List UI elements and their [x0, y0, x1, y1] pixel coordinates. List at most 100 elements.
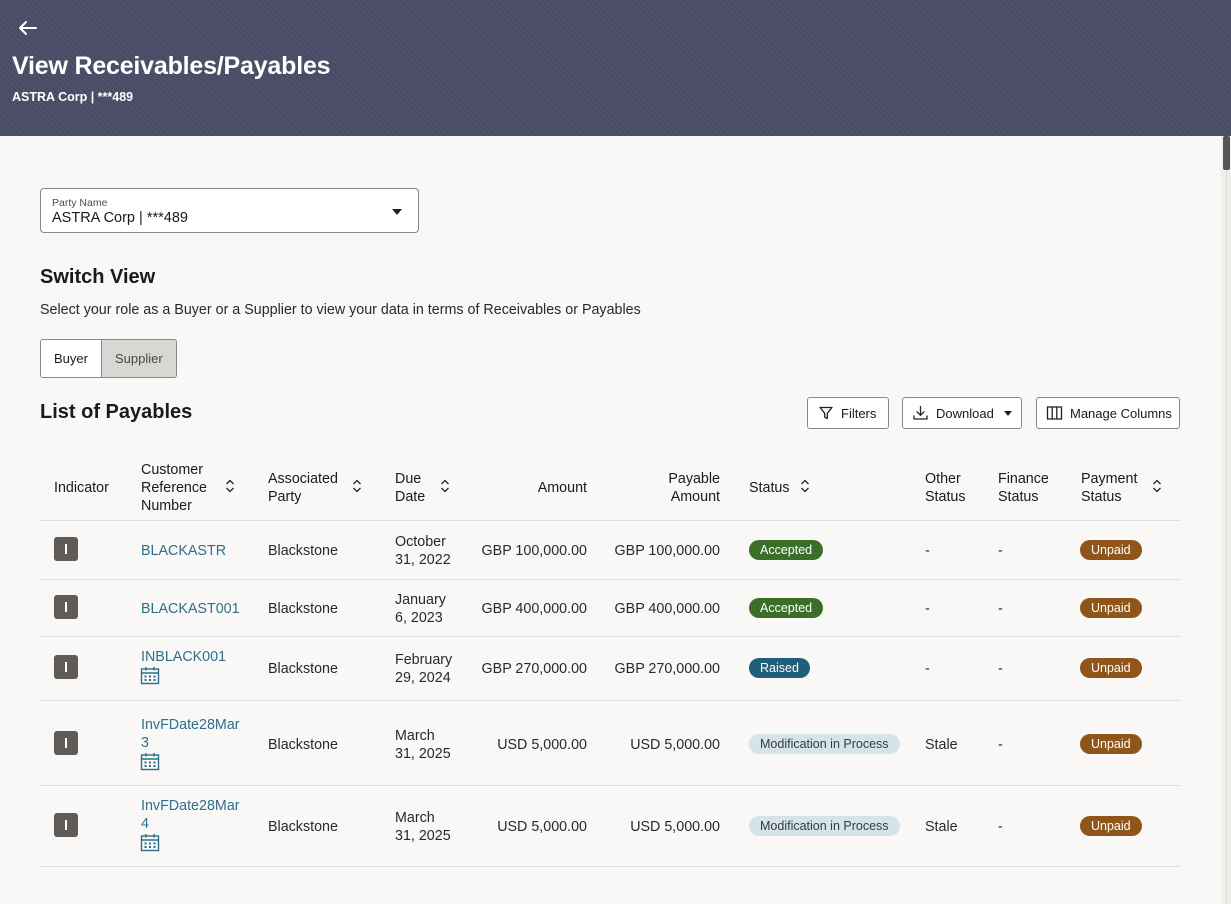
manage-columns-label: Manage Columns	[1070, 405, 1172, 421]
amount-cell: GBP 100,000.00	[481, 543, 587, 559]
calendar-icon[interactable]	[140, 833, 160, 852]
associated-party-cell: Blackstone	[268, 737, 338, 753]
due-date-line: February	[395, 652, 453, 668]
column-header-payable-amount: Payable Amount	[620, 470, 720, 506]
column-header-status[interactable]: Status	[749, 479, 790, 497]
supplier-toggle-button[interactable]: Supplier	[100, 340, 176, 377]
chevron-down-icon	[1003, 410, 1012, 416]
scrollbar-track	[1226, 170, 1227, 904]
due-date-line: March	[395, 810, 435, 826]
sort-icon[interactable]	[800, 479, 810, 493]
indicator-button[interactable]	[54, 731, 78, 755]
reference-link[interactable]: INBLACK001	[141, 648, 226, 666]
reference-link-line: InvFDate28Mar	[141, 717, 240, 733]
indicator-button[interactable]	[54, 537, 78, 561]
finance-status-cell: -	[998, 601, 1003, 617]
column-header-associated-party[interactable]: Associated Party	[268, 470, 338, 506]
reference-link[interactable]: InvFDate28Mar 4	[141, 797, 240, 833]
due-date-line: 31, 2025	[395, 828, 451, 844]
column-header-payment-status-line: Status	[1081, 489, 1122, 505]
filter-icon	[819, 406, 833, 420]
due-date-cell: October 31, 2022	[395, 533, 451, 569]
manage-columns-button[interactable]: Manage Columns	[1036, 397, 1180, 429]
column-header-reference-line: Reference	[141, 480, 207, 496]
column-header-finance-status-line: Finance	[998, 471, 1049, 487]
status-badge: Raised	[749, 658, 810, 678]
finance-status-cell: -	[998, 661, 1003, 677]
column-header-reference-line: Number	[141, 498, 192, 514]
status-badge: Accepted	[749, 598, 824, 618]
associated-party-cell: Blackstone	[268, 543, 338, 559]
status-badge: Modification in Process	[749, 816, 900, 836]
finance-status-cell: -	[998, 819, 1003, 835]
scrollbar-thumb[interactable]	[1223, 136, 1230, 170]
column-header-due-date-line: Due	[395, 471, 422, 487]
finance-status-cell: -	[998, 737, 1003, 753]
payable-amount-cell: USD 5,000.00	[630, 819, 720, 835]
reference-link[interactable]: InvFDate28Mar 3	[141, 716, 240, 752]
indicator-button[interactable]	[54, 655, 78, 679]
caret-down-icon[interactable]	[392, 209, 402, 215]
sort-icon[interactable]	[352, 479, 362, 493]
row-divider	[40, 866, 1180, 867]
download-label: Download	[936, 405, 994, 421]
party-name-value: ASTRA Corp | ***489	[52, 210, 188, 226]
sort-icon[interactable]	[440, 479, 450, 493]
calendar-icon[interactable]	[140, 752, 160, 771]
row-divider	[40, 579, 1180, 580]
back-arrow-icon[interactable]	[14, 16, 42, 40]
finance-status-cell: -	[998, 543, 1003, 559]
reference-link[interactable]: BLACKASTR	[141, 542, 226, 560]
column-header-other-status-line: Other	[925, 471, 961, 487]
row-divider	[40, 785, 1180, 786]
column-header-payment-status[interactable]: Payment Status	[1081, 470, 1137, 506]
row-divider	[40, 636, 1180, 637]
payable-amount-cell: GBP 100,000.00	[614, 543, 720, 559]
column-header-finance-status-line: Status	[998, 489, 1039, 505]
download-icon	[913, 405, 928, 420]
column-header-reference[interactable]: Customer Reference Number	[141, 461, 207, 515]
page-title: View Receivables/Payables	[12, 52, 331, 80]
row-divider	[40, 700, 1180, 701]
vertical-scrollbar[interactable]	[1221, 136, 1231, 904]
due-date-line: 29, 2024	[395, 670, 451, 686]
column-header-reference-line: Customer	[141, 462, 203, 478]
due-date-line: 31, 2025	[395, 746, 451, 762]
other-status-cell: -	[925, 661, 930, 677]
column-header-payable-amount-line: Payable	[668, 471, 720, 487]
other-status-cell: -	[925, 543, 930, 559]
filters-button[interactable]: Filters	[807, 397, 889, 429]
due-date-line: October	[395, 534, 446, 550]
download-button[interactable]: Download	[902, 397, 1022, 429]
buyer-toggle-button[interactable]: Buyer	[41, 340, 101, 377]
column-header-other-status-line: Status	[925, 489, 966, 505]
reference-link-line: 3	[141, 735, 149, 751]
list-title: List of Payables	[40, 401, 193, 423]
column-header-due-date[interactable]: Due Date	[395, 470, 425, 506]
switch-view-title: Switch View	[40, 266, 156, 288]
role-toggle: Buyer Supplier	[40, 339, 177, 378]
party-name-select[interactable]: Party Name ASTRA Corp | ***489	[40, 188, 419, 233]
payment-status-badge: Unpaid	[1080, 816, 1142, 836]
column-header-finance-status: Finance Status	[998, 470, 1049, 506]
sort-icon[interactable]	[225, 479, 235, 493]
amount-cell: USD 5,000.00	[497, 819, 587, 835]
column-header-other-status: Other Status	[925, 470, 966, 506]
associated-party-cell: Blackstone	[268, 601, 338, 617]
columns-icon	[1046, 406, 1063, 420]
indicator-button[interactable]	[54, 813, 78, 837]
due-date-cell: March 31, 2025	[395, 727, 451, 763]
status-badge: Modification in Process	[749, 734, 900, 754]
due-date-line: 31, 2022	[395, 552, 451, 568]
calendar-icon[interactable]	[140, 666, 160, 685]
indicator-button[interactable]	[54, 595, 78, 619]
sort-icon[interactable]	[1152, 479, 1162, 493]
row-divider	[40, 520, 1180, 521]
amount-cell: GBP 400,000.00	[481, 601, 587, 617]
payment-status-badge: Unpaid	[1080, 540, 1142, 560]
reference-link[interactable]: BLACKAST001	[141, 600, 240, 618]
column-header-indicator: Indicator	[54, 480, 109, 496]
payment-status-badge: Unpaid	[1080, 658, 1142, 678]
associated-party-cell: Blackstone	[268, 661, 338, 677]
payment-status-badge: Unpaid	[1080, 598, 1142, 618]
